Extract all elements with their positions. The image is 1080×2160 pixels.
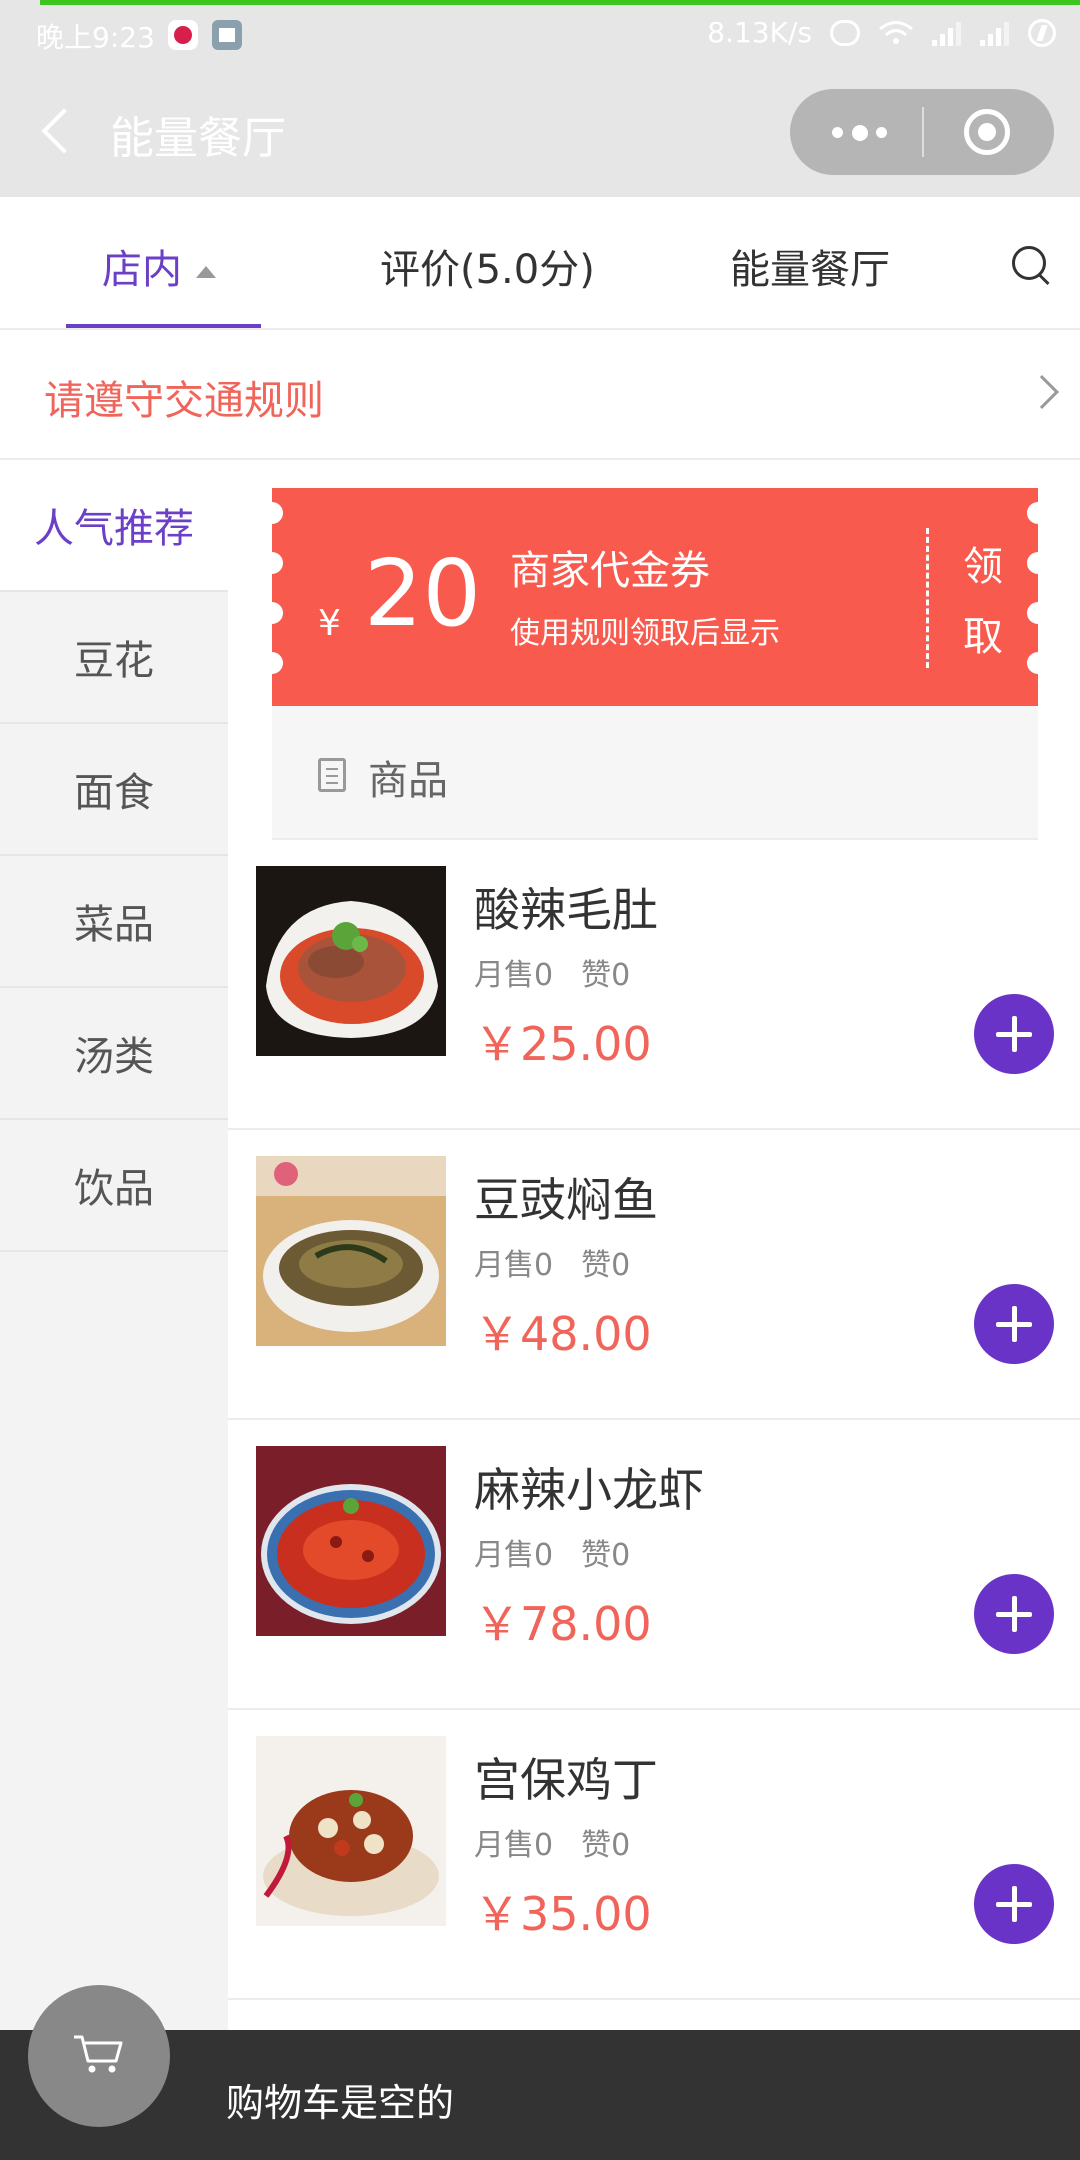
notice-bar[interactable]: 请遵守交通规则: [0, 330, 1080, 460]
loading-progress-line: [40, 0, 1080, 5]
dish-name: 麻辣小龙虾: [474, 1463, 704, 1517]
status-indicators: 8.13K/s: [707, 16, 1056, 49]
dish-likes: 赞0: [581, 1828, 631, 1863]
back-button[interactable]: [38, 107, 78, 157]
add-to-cart-button[interactable]: [974, 994, 1054, 1074]
coupon-notch: [1027, 502, 1049, 524]
goods-section-label: 商品: [368, 758, 448, 804]
dish-stats: 月售0 赞0: [474, 950, 630, 994]
dish-image: [256, 866, 446, 1056]
sidebar-item-soups[interactable]: 汤类: [0, 988, 228, 1120]
merchant-coupon: ¥ 20 商家代金券 使用规则领取后显示 领 取: [261, 488, 1049, 706]
add-to-cart-button[interactable]: [974, 1864, 1054, 1944]
dish-price: ￥48.00: [474, 1307, 652, 1361]
notification-message-icon: [212, 20, 242, 50]
top-bar: 晚上9:23 8.13K/s 能量餐厅: [0, 0, 1080, 197]
dish-name: 酸辣毛肚: [474, 883, 658, 937]
tab-reviews[interactable]: 评价(5.0分): [380, 237, 595, 295]
more-menu-icon[interactable]: [832, 125, 892, 141]
dish-monthly-sales: 月售0: [474, 1538, 554, 1573]
app-root: 晚上9:23 8.13K/s 能量餐厅 店内 评价(5.0分) 能量餐厅 请遵守…: [0, 0, 1080, 2160]
active-tab-indicator: [66, 324, 261, 328]
category-sidebar: 人气推荐 豆花 面食 菜品 汤类 饮品: [0, 460, 228, 2030]
sidebar-item-drinks[interactable]: 饮品: [0, 1120, 228, 1252]
coupon-notch: [261, 552, 283, 574]
dish-image: [256, 1736, 446, 1926]
coupon-notch: [261, 602, 283, 624]
dish-price: ￥35.00: [474, 1887, 652, 1941]
tab-bar: 店内 评价(5.0分) 能量餐厅: [0, 197, 1080, 330]
sidebar-item-popular[interactable]: 人气推荐: [0, 460, 228, 592]
coupon-notch: [1027, 552, 1049, 574]
signal-icon: [932, 20, 962, 46]
claim-label-1: 领: [963, 544, 1003, 590]
status-bar: 晚上9:23 8.13K/s: [0, 8, 1080, 60]
claim-coupon-button[interactable]: 领 取: [958, 532, 1008, 672]
triangle-up-icon: [196, 266, 216, 278]
add-to-cart-button[interactable]: [974, 1574, 1054, 1654]
dish-stats: 月售0 赞0: [474, 1530, 630, 1574]
dish-name: 豆豉焖鱼: [474, 1173, 658, 1227]
dish-monthly-sales: 月售0: [474, 1248, 554, 1283]
dish-image: [256, 1446, 446, 1636]
notification-app-icon: [168, 20, 198, 50]
cart-button[interactable]: [28, 1985, 170, 2127]
miniprogram-capsule: [790, 89, 1054, 175]
coupon-dashed-divider: [926, 528, 929, 668]
dish-stats: 月售0 赞0: [474, 1240, 630, 1284]
coupon-notch: [261, 502, 283, 524]
notice-text: 请遵守交通规则: [44, 378, 324, 424]
tab-store-label: 店内: [102, 247, 182, 293]
sync-icon: [830, 19, 860, 46]
status-time: 晚上9:23: [36, 21, 155, 54]
nav-bar: 能量餐厅: [0, 62, 1080, 197]
capsule-divider: [922, 107, 924, 157]
dish-item[interactable]: 豆豉焖鱼 月售0 赞0 ￥48.00: [228, 1130, 1080, 1420]
dish-item[interactable]: 酸辣毛肚 月售0 赞0 ￥25.00: [228, 840, 1080, 1130]
add-to-cart-button[interactable]: [974, 1284, 1054, 1364]
coupon-notch: [261, 652, 283, 674]
dish-monthly-sales: 月售0: [474, 958, 554, 993]
net-speed: 8.13K/s: [707, 16, 812, 49]
coupon-notch: [1027, 602, 1049, 624]
chevron-right-icon: [1025, 375, 1059, 409]
dish-likes: 赞0: [581, 1538, 631, 1573]
sidebar-item-dishes[interactable]: 菜品: [0, 856, 228, 988]
coupon-rule: 使用规则领取后显示: [510, 616, 780, 651]
sidebar-item-douhua[interactable]: 豆花: [0, 592, 228, 724]
dish-name: 宫保鸡丁: [474, 1753, 658, 1807]
product-list: ¥ 20 商家代金券 使用规则领取后显示 领 取 商品 酸辣毛肚 月售0 赞0 …: [228, 460, 1080, 2030]
battery-charging-icon: [1028, 18, 1056, 47]
dish-likes: 赞0: [581, 1248, 631, 1283]
tab-store[interactable]: 店内: [102, 237, 216, 295]
claim-label-2: 取: [963, 614, 1003, 660]
document-list-icon: [318, 758, 346, 792]
dish-monthly-sales: 月售0: [474, 1828, 554, 1863]
dish-price: ￥25.00: [474, 1017, 652, 1071]
dish-stats: 月售0 赞0: [474, 1820, 630, 1864]
sidebar-item-noodles[interactable]: 面食: [0, 724, 228, 856]
goods-section-header: 商品: [272, 706, 1038, 840]
wifi-icon: [879, 20, 913, 44]
tab-shop-info[interactable]: 能量餐厅: [730, 237, 890, 295]
signal-icon-2: [980, 20, 1010, 46]
cart-empty-text: 购物车是空的: [226, 2081, 455, 2125]
dish-item[interactable]: 宫保鸡丁 月售0 赞0 ￥35.00: [228, 1710, 1080, 2000]
coupon-title: 商家代金券: [510, 548, 710, 594]
close-miniprogram-icon[interactable]: [964, 109, 1010, 155]
dish-likes: 赞0: [581, 958, 631, 993]
page-title: 能量餐厅: [110, 113, 286, 164]
dish-price: ￥78.00: [474, 1597, 652, 1651]
dish-item[interactable]: 麻辣小龙虾 月售0 赞0 ￥78.00: [228, 1420, 1080, 1710]
coupon-amount: 20: [364, 540, 482, 647]
dish-image: [256, 1156, 446, 1346]
coupon-currency: ¥: [318, 603, 341, 644]
coupon-notch: [1027, 652, 1049, 674]
search-icon[interactable]: [1010, 244, 1050, 284]
shopping-cart-icon: [74, 2035, 123, 2073]
